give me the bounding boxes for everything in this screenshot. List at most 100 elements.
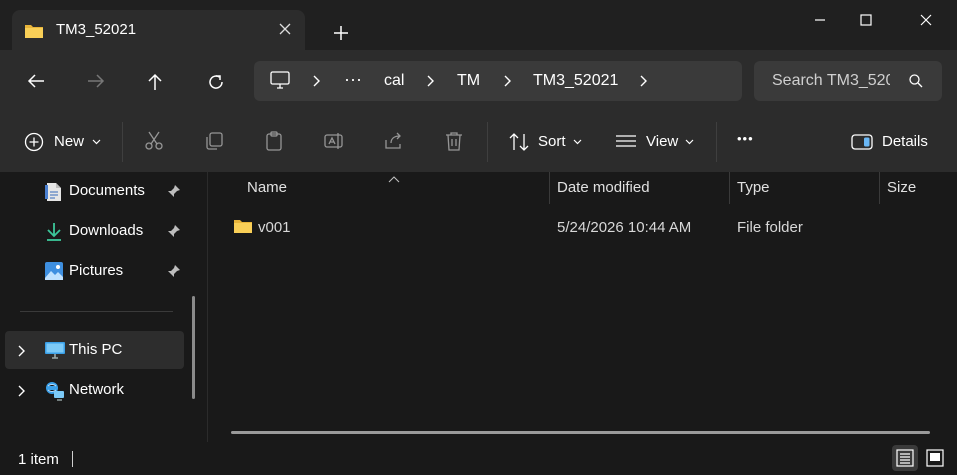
paste-icon [266, 131, 282, 151]
toolbar-divider [487, 122, 488, 162]
file-type: File folder [737, 219, 803, 236]
column-divider[interactable] [729, 172, 730, 204]
more-button[interactable]: ••• [737, 130, 761, 154]
cut-button[interactable] [143, 130, 165, 154]
column-header-name[interactable]: Name [247, 179, 287, 196]
delete-icon [446, 132, 462, 151]
sort-ascending-icon [388, 170, 400, 187]
column-header-size[interactable]: Size [887, 179, 916, 196]
sidebar-item-this-pc[interactable]: This PC [5, 331, 184, 369]
breadcrumb-item[interactable]: cal [384, 72, 404, 90]
maximize-button[interactable] [843, 5, 889, 35]
details-button[interactable]: Details [851, 130, 931, 154]
arrow-up-icon [148, 73, 162, 90]
chevron-right-icon[interactable] [17, 384, 26, 401]
paste-button[interactable] [263, 130, 285, 154]
view-label: View [646, 133, 679, 150]
status-bar: 1 item [0, 442, 957, 475]
share-icon [385, 132, 401, 149]
refresh-button[interactable] [200, 66, 230, 96]
pictures-icon [45, 262, 63, 284]
column-header-date-modified[interactable]: Date modified [557, 179, 650, 196]
documents-icon [45, 182, 63, 206]
tiles-view-button[interactable] [922, 445, 948, 471]
chevron-right-icon[interactable] [312, 74, 322, 92]
share-button[interactable] [383, 130, 405, 154]
minimize-button[interactable] [797, 5, 843, 35]
chevron-down-icon [92, 139, 101, 145]
view-button[interactable]: View [615, 130, 697, 154]
copy-button[interactable] [203, 130, 225, 154]
rename-icon [324, 133, 343, 149]
close-icon[interactable] [275, 19, 295, 39]
file-name: v001 [258, 219, 291, 236]
chevron-right-icon[interactable] [503, 74, 513, 92]
details-label: Details [882, 133, 928, 150]
plus-icon[interactable] [330, 22, 352, 44]
network-icon [45, 381, 65, 405]
pin-icon[interactable] [167, 184, 181, 202]
delete-button[interactable] [443, 130, 465, 154]
sidebar-item-label: Pictures [69, 262, 124, 279]
sidebar-item-documents[interactable]: Documents [5, 172, 184, 210]
new-label: New [54, 133, 85, 150]
view-list-icon [616, 135, 636, 147]
sort-label: Sort [538, 133, 566, 150]
chevron-down-icon [573, 139, 582, 145]
arrow-left-icon [27, 74, 44, 88]
address-bar[interactable]: ··· cal TM TM3_52021 [254, 61, 742, 101]
breadcrumb-ellipsis[interactable]: ··· [344, 69, 362, 90]
breadcrumb-item[interactable]: TM [457, 72, 480, 90]
chevron-right-icon[interactable] [639, 74, 649, 92]
chevron-down-icon [685, 139, 694, 145]
close-window-button[interactable] [903, 5, 949, 35]
this-pc-icon [45, 341, 65, 363]
chevron-right-icon[interactable] [17, 344, 26, 361]
breadcrumb-item[interactable]: TM3_52021 [533, 72, 618, 90]
arrow-right-icon [88, 74, 105, 88]
pin-icon[interactable] [167, 264, 181, 282]
sidebar-item-downloads[interactable]: Downloads [5, 212, 184, 250]
status-divider [72, 451, 73, 467]
tab-current-folder[interactable]: TM3_52021 [12, 10, 305, 50]
up-button[interactable] [140, 66, 170, 96]
search-input[interactable]: Search TM3_52021 [772, 72, 890, 90]
horizontal-scrollbar[interactable] [231, 431, 930, 434]
command-bar: New Sort View ••• Details [0, 112, 957, 173]
navigation-pane: Documents Downloads Pictures This PC Net… [0, 172, 207, 442]
refresh-icon [209, 75, 223, 89]
sort-icon [509, 133, 529, 151]
sort-button[interactable]: Sort [508, 130, 588, 154]
title-bar: TM3_52021 [0, 0, 957, 50]
search-box[interactable]: Search TM3_52021 [754, 61, 942, 101]
sidebar-item-label: This PC [69, 341, 123, 358]
plus-circle-icon [24, 132, 44, 152]
sidebar-item-label: Network [69, 381, 125, 398]
details-pane-icon [851, 134, 873, 150]
monitor-icon[interactable] [270, 71, 290, 93]
column-divider[interactable] [879, 172, 880, 204]
new-button[interactable]: New [24, 130, 104, 154]
file-list: Name Date modified Type Size v001 5/24/2… [208, 172, 957, 442]
chevron-right-icon[interactable] [426, 74, 436, 92]
sidebar-item-network[interactable]: Network [5, 371, 184, 409]
sidebar-item-label: Downloads [69, 222, 144, 239]
tiles-view-icon [926, 449, 944, 467]
rename-button[interactable] [323, 130, 345, 154]
back-button[interactable] [20, 66, 50, 96]
sidebar-item-label: Documents [69, 182, 145, 199]
sidebar-scrollbar[interactable] [192, 296, 195, 399]
pin-icon[interactable] [167, 224, 181, 242]
sidebar-divider [20, 311, 173, 312]
column-header-type[interactable]: Type [737, 179, 770, 196]
downloads-icon [45, 222, 63, 246]
file-date-modified: 5/24/2026 10:44 AM [557, 219, 692, 236]
close-icon [920, 14, 932, 26]
details-view-button[interactable] [892, 445, 918, 471]
table-row[interactable]: v001 5/24/2026 10:44 AM File folder [208, 212, 957, 242]
forward-button[interactable] [80, 66, 110, 96]
column-divider[interactable] [549, 172, 550, 204]
toolbar-divider [122, 122, 123, 162]
search-icon[interactable] [908, 73, 924, 93]
sidebar-item-pictures[interactable]: Pictures [5, 252, 184, 290]
